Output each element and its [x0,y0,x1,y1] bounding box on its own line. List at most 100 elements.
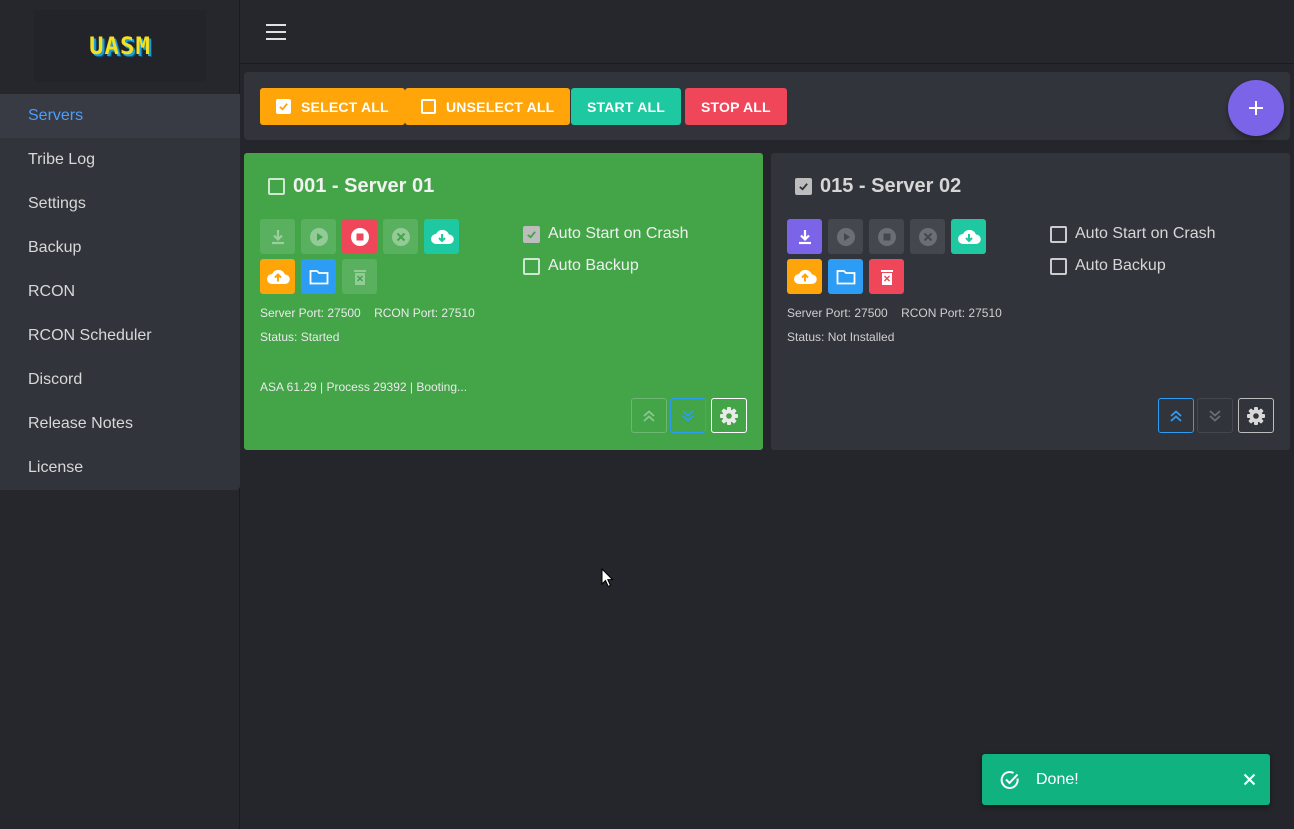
unselect-all-label: UNSELECT ALL [446,98,555,115]
auto-start-toggle[interactable]: Auto Start on Crash [1050,225,1216,243]
update-button[interactable] [951,219,986,254]
open-folder-button[interactable] [828,259,863,294]
stop-icon [350,227,369,246]
checkbox-empty-icon [523,257,540,275]
sidebar-item-license[interactable]: License [0,446,240,490]
top-bar [240,0,1294,64]
auto-backup-toggle[interactable]: Auto Backup [523,257,639,275]
process-info: ASA 61.29 | Process 29392 | Booting... [260,380,468,394]
sidebar-item-tribe-log[interactable]: Tribe Log [0,138,240,182]
port-info: Server Port: 27500 RCON Port: 27510 [787,306,1002,320]
auto-backup-label: Auto Backup [1075,257,1166,274]
cloud-upload-icon [266,269,290,284]
select-all-button[interactable]: SELECT ALL [260,88,405,125]
delete-button[interactable] [869,259,904,294]
logo-text: UASM [89,32,151,60]
delete-button[interactable] [342,259,377,294]
server-select-checkbox[interactable] [268,178,285,195]
move-up-button[interactable] [1158,398,1194,433]
checkbox-empty-icon [1050,257,1067,275]
kill-button[interactable] [910,219,945,254]
auto-backup-toggle[interactable]: Auto Backup [1050,257,1166,275]
auto-start-label: Auto Start on Crash [1075,225,1216,242]
rcon-port: RCON Port: 27510 [374,306,475,320]
server-card-1: 001 - Server 01 Auto Start on Crash Auto… [244,153,763,450]
server-settings-button[interactable] [1238,398,1274,433]
plus-icon [1249,101,1263,115]
stop-all-button[interactable]: STOP ALL [685,88,787,125]
server-card-2: 015 - Server 02 Auto Start on Crash Auto… [771,153,1290,450]
toast-message: Done! [1036,770,1079,788]
move-down-button[interactable] [1197,398,1233,433]
menu-icon[interactable] [266,24,286,40]
close-icon[interactable] [1243,773,1256,786]
stop-button[interactable] [869,219,904,254]
auto-backup-label: Auto Backup [548,257,639,274]
chevron-double-down-icon [1209,409,1221,422]
server-name: 001 - Server 01 [293,175,435,197]
download-icon [798,229,811,244]
start-button[interactable] [301,219,336,254]
server-settings-button[interactable] [711,398,747,433]
start-all-button[interactable]: START ALL [571,88,682,125]
chevron-double-down-icon [682,409,694,422]
upload-button[interactable] [260,259,295,294]
checkbox-checked-icon [523,225,540,243]
sidebar-item-rcon[interactable]: RCON [0,270,240,314]
sidebar-item-servers[interactable]: Servers [0,94,240,138]
chevron-double-up-icon [1170,409,1182,422]
select-all-label: SELECT ALL [301,98,389,115]
cloud-download-icon [430,229,454,244]
auto-start-toggle[interactable]: Auto Start on Crash [523,225,689,243]
install-button[interactable] [787,219,822,254]
open-folder-button[interactable] [301,259,336,294]
folder-icon [309,269,328,284]
auto-start-label: Auto Start on Crash [548,225,689,242]
app-logo: UASM [34,10,206,82]
server-name: 015 - Server 02 [820,175,962,197]
trash-icon [353,269,366,285]
stop-button[interactable] [342,219,377,254]
server-port: Server Port: 27500 [787,306,888,320]
play-icon [309,227,328,246]
chevron-double-up-icon [643,409,655,422]
server-select-checkbox[interactable] [795,178,812,195]
play-icon [836,227,855,246]
install-button[interactable] [260,219,295,254]
move-up-button[interactable] [631,398,667,433]
move-down-button[interactable] [670,398,706,433]
kill-button[interactable] [383,219,418,254]
check-circle-icon [1000,770,1019,789]
rcon-port: RCON Port: 27510 [901,306,1002,320]
start-button[interactable] [828,219,863,254]
trash-icon [880,269,893,285]
upload-button[interactable] [787,259,822,294]
unselect-all-button[interactable]: UNSELECT ALL [405,88,571,125]
folder-icon [836,269,855,284]
sidebar-nav: Servers Tribe Log Settings Backup RCON R… [0,94,240,490]
stop-icon [877,227,896,246]
checkbox-empty-icon [421,99,436,114]
toast-notification: Done! [982,754,1270,805]
sidebar-item-discord[interactable]: Discord [0,358,240,402]
checkbox-checked-icon [276,99,291,114]
server-port: Server Port: 27500 [260,306,361,320]
add-server-button[interactable] [1228,80,1284,136]
sidebar-item-backup[interactable]: Backup [0,226,240,270]
server-card-title: 001 - Server 01 [268,175,434,198]
sidebar-item-release-notes[interactable]: Release Notes [0,402,240,446]
server-toolbar: SELECT ALL UNSELECT ALL START ALL STOP A… [244,72,1290,140]
server-status: Status: Not Installed [787,330,895,344]
mouse-cursor-icon [601,567,614,593]
checkbox-empty-icon [1050,225,1067,243]
gear-icon [1247,406,1265,425]
update-button[interactable] [424,219,459,254]
sidebar-item-rcon-scheduler[interactable]: RCON Scheduler [0,314,240,358]
server-card-title: 015 - Server 02 [795,175,961,198]
cancel-icon [918,227,937,246]
cloud-upload-icon [793,269,817,284]
cancel-icon [391,227,410,246]
port-info: Server Port: 27500 RCON Port: 27510 [260,306,475,320]
sidebar-item-settings[interactable]: Settings [0,182,240,226]
gear-icon [720,406,738,425]
